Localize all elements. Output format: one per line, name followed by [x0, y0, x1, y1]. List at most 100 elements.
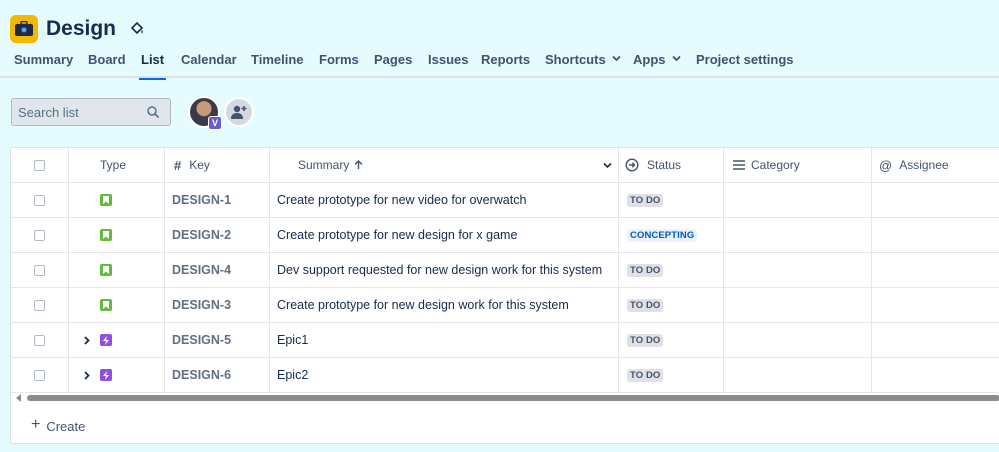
add-people-button[interactable] — [224, 97, 254, 127]
status-lozenge[interactable]: TO DO — [627, 263, 664, 277]
issue-key[interactable]: DESIGN-4 — [165, 263, 231, 277]
table-row[interactable]: DESIGN-2 Create prototype for new design… — [11, 218, 999, 253]
row-checkbox[interactable] — [34, 194, 45, 206]
create-label: Create — [46, 418, 86, 434]
tab-list[interactable]: List — [138, 52, 167, 80]
tab-issues[interactable]: Issues — [428, 52, 468, 76]
column-assignee[interactable]: @ Assignee — [872, 148, 999, 182]
status-lozenge[interactable]: CONCEPTING — [627, 228, 698, 242]
search-input[interactable] — [18, 104, 138, 120]
category-cell[interactable] — [724, 288, 872, 322]
type-cell — [69, 358, 165, 392]
chevron-down-icon — [612, 55, 621, 62]
category-cell[interactable] — [724, 358, 872, 392]
key-cell: DESIGN-3 — [165, 288, 270, 322]
select-all-checkbox[interactable] — [34, 159, 45, 171]
row-select-cell — [11, 183, 69, 217]
tab-shortcuts[interactable]: Shortcuts — [545, 52, 621, 76]
chevron-down-icon[interactable] — [603, 162, 612, 169]
issue-summary[interactable]: Create prototype for new design for x ga… — [270, 228, 517, 242]
issue-summary[interactable]: Create prototype for new video for overw… — [270, 193, 526, 207]
story-icon — [100, 299, 112, 311]
assignee-cell[interactable] — [872, 183, 999, 217]
tab-project-settings[interactable]: Project settings — [696, 52, 794, 76]
category-cell[interactable] — [724, 218, 872, 252]
tab-apps[interactable]: Apps — [633, 52, 681, 76]
horizontal-scrollbar[interactable] — [11, 391, 999, 403]
table-row[interactable]: DESIGN-6 Epic2 TO DO — [11, 358, 999, 393]
summary-cell: Create prototype for new design for x ga… — [270, 218, 619, 252]
issue-key[interactable]: DESIGN-3 — [165, 298, 231, 312]
issue-key[interactable]: DESIGN-2 — [165, 228, 231, 242]
column-status[interactable]: Status — [619, 148, 724, 182]
table-row[interactable]: DESIGN-1 Create prototype for new video … — [11, 183, 999, 218]
category-cell[interactable] — [724, 183, 872, 217]
type-cell — [69, 218, 165, 252]
column-key[interactable]: # Key — [165, 148, 270, 182]
sort-ascending-icon[interactable] — [354, 160, 363, 170]
issue-summary[interactable]: Dev support requested for new design wor… — [270, 263, 602, 277]
create-issue-button[interactable]: + Create — [31, 416, 86, 434]
category-cell[interactable] — [724, 253, 872, 287]
column-type[interactable]: Type — [69, 148, 165, 182]
issue-key[interactable]: DESIGN-5 — [165, 333, 231, 347]
table-header: Type # Key Summary Status Category @ Ass… — [11, 148, 999, 183]
assignee-cell[interactable] — [872, 323, 999, 357]
tab-board[interactable]: Board — [88, 52, 126, 76]
search-box[interactable] — [11, 98, 171, 126]
scroll-left-arrow-icon[interactable] — [16, 394, 21, 402]
tab-forms[interactable]: Forms — [319, 52, 359, 76]
status-lozenge[interactable]: TO DO — [627, 333, 664, 347]
issue-key[interactable]: DESIGN-1 — [165, 193, 231, 207]
row-select-cell — [11, 253, 69, 287]
column-summary[interactable]: Summary — [270, 148, 619, 182]
summary-cell: Epic1 — [270, 323, 619, 357]
row-checkbox[interactable] — [34, 229, 45, 241]
story-icon — [100, 264, 112, 276]
row-select-cell — [11, 288, 69, 322]
tab-pages[interactable]: Pages — [374, 52, 412, 76]
expand-chevron-icon[interactable] — [82, 335, 92, 345]
status-lozenge[interactable]: TO DO — [627, 368, 664, 382]
column-key-label: Key — [189, 158, 210, 172]
lines-icon — [733, 160, 745, 170]
tab-reports[interactable]: Reports — [481, 52, 530, 76]
tab-calendar[interactable]: Calendar — [181, 52, 237, 76]
row-checkbox[interactable] — [34, 299, 45, 311]
assignee-cell[interactable] — [872, 218, 999, 252]
header-select-cell — [11, 148, 69, 182]
category-cell[interactable] — [724, 323, 872, 357]
tab-timeline[interactable]: Timeline — [251, 52, 304, 76]
epic-lightning-icon — [100, 369, 112, 381]
table-row[interactable]: DESIGN-5 Epic1 TO DO — [11, 323, 999, 358]
column-assignee-label: Assignee — [899, 158, 949, 172]
assignee-cell[interactable] — [872, 253, 999, 287]
assignee-cell[interactable] — [872, 358, 999, 392]
assignee-cell[interactable] — [872, 288, 999, 322]
table-row[interactable]: DESIGN-3 Create prototype for new design… — [11, 288, 999, 323]
issue-key[interactable]: DESIGN-6 — [165, 368, 231, 382]
project-briefcase-icon[interactable] — [10, 15, 38, 43]
issues-table: Type # Key Summary Status Category @ Ass… — [10, 147, 999, 444]
type-cell — [69, 253, 165, 287]
row-checkbox[interactable] — [34, 369, 45, 381]
user-avatar[interactable]: V — [188, 96, 222, 130]
status-lozenge[interactable]: TO DO — [627, 298, 664, 312]
issue-summary[interactable]: Epic1 — [270, 333, 308, 347]
paint-bucket-icon[interactable] — [128, 20, 146, 38]
issue-summary[interactable]: Create prototype for new design work for… — [270, 298, 569, 312]
column-category[interactable]: Category — [724, 148, 872, 182]
status-lozenge[interactable]: TO DO — [627, 193, 664, 207]
story-icon — [100, 194, 112, 206]
expand-chevron-icon[interactable] — [82, 370, 92, 380]
column-summary-label: Summary — [298, 158, 350, 172]
scrollbar-thumb[interactable] — [27, 395, 999, 401]
plus-icon: + — [31, 416, 41, 433]
table-row[interactable]: DESIGN-4 Dev support requested for new d… — [11, 253, 999, 288]
issue-summary[interactable]: Epic2 — [270, 368, 308, 382]
row-checkbox[interactable] — [34, 264, 45, 276]
hash-icon: # — [174, 157, 182, 173]
tab-summary[interactable]: Summary — [14, 52, 73, 76]
type-cell — [69, 183, 165, 217]
row-checkbox[interactable] — [34, 334, 45, 346]
